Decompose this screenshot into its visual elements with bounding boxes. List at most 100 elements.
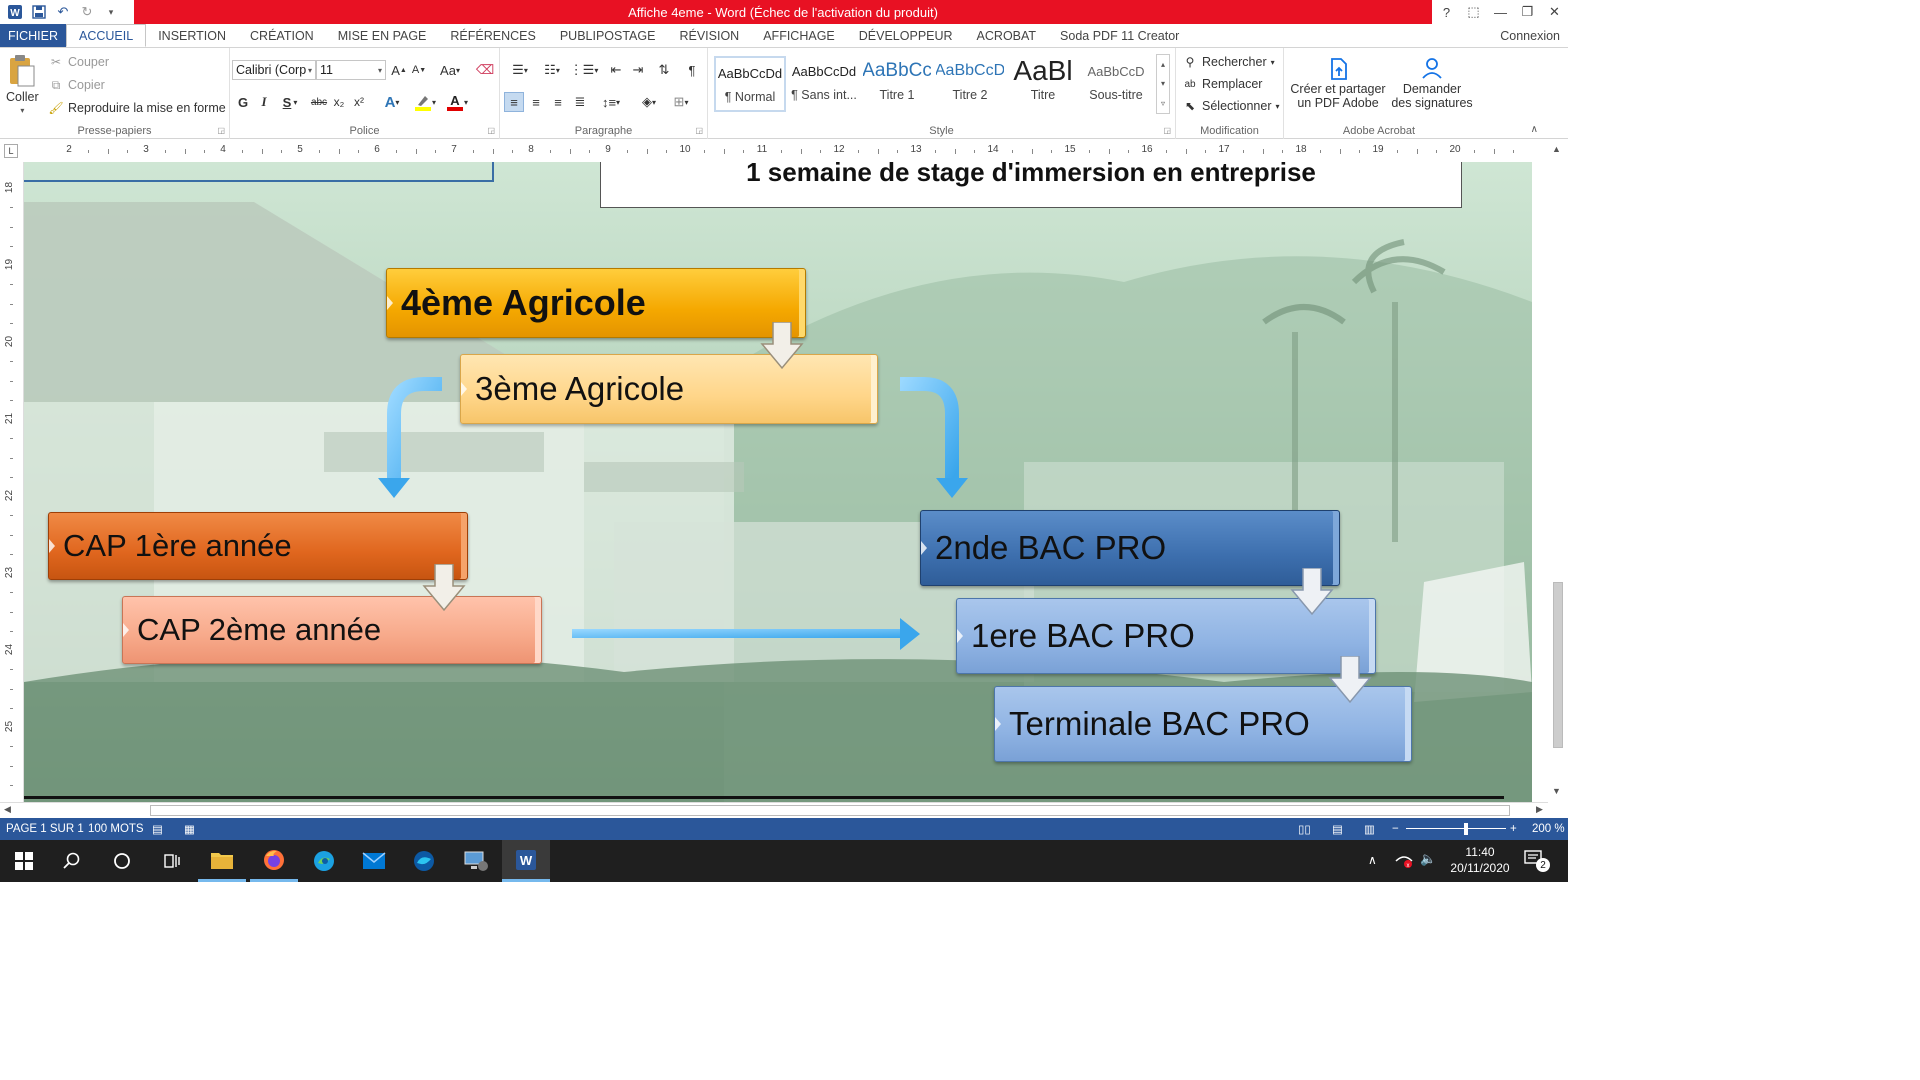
search-button[interactable] (48, 840, 96, 882)
underline-button[interactable]: S ▾ (276, 92, 304, 112)
dialog-launcher-icon[interactable]: ◲ (487, 126, 495, 135)
redo-icon[interactable]: ↻ (78, 3, 96, 21)
styles-gallery-scroll[interactable]: ▴ ▾ ▿ (1156, 54, 1170, 114)
page-count[interactable]: PAGE 1 SUR 1 (6, 818, 84, 840)
word-count[interactable]: 100 MOTS (88, 818, 144, 840)
web-layout-button[interactable]: ▥ (1364, 818, 1375, 840)
tab-creation[interactable]: CRÉATION (238, 24, 326, 47)
scroll-down-icon[interactable]: ▾ (1161, 79, 1165, 88)
style-subtitle[interactable]: AaBbCcD Sous-titre (1080, 56, 1152, 112)
style-heading-2[interactable]: AaBbCcD Titre 2 (934, 56, 1006, 112)
scroll-right-icon[interactable]: ▶ (1536, 804, 1543, 815)
tab-insertion[interactable]: INSERTION (146, 24, 238, 47)
decrease-indent-button[interactable]: ⇤ (606, 60, 626, 80)
line-spacing-button[interactable]: ↕≡ ▾ (596, 92, 626, 112)
font-color-button[interactable]: A ▾ (442, 92, 472, 112)
edge-button[interactable] (300, 840, 348, 882)
tab-references[interactable]: RÉFÉRENCES (438, 24, 547, 47)
sort-button[interactable]: ⇅ (654, 60, 674, 80)
create-pdf-button[interactable]: Créer et partager un PDF Adobe (1288, 56, 1388, 110)
network-app-button[interactable] (452, 840, 500, 882)
box-cap-2eme-annee[interactable]: CAP 2ème année (122, 596, 542, 664)
box-4eme-agricole[interactable]: 4ème Agricole (386, 268, 806, 338)
multilevel-list-button[interactable]: ⋮☰ ▾ (568, 60, 600, 80)
notification-center-button[interactable]: 2 (1524, 850, 1550, 872)
dialog-launcher-icon[interactable]: ◲ (217, 126, 225, 135)
macro-record-icon[interactable]: ▦ (184, 818, 195, 840)
replace-button[interactable]: ab Remplacer (1182, 76, 1262, 92)
file-explorer-button[interactable] (198, 840, 246, 882)
document-canvas[interactable]: 1 semaine de stage d'immersion en entrep… (24, 162, 1532, 802)
customize-qat-icon[interactable]: ▾ (102, 3, 120, 21)
tab-publipostage[interactable]: PUBLIPOSTAGE (548, 24, 668, 47)
find-button[interactable]: ⚲ Rechercher ▾ (1182, 54, 1275, 70)
font-name-combo[interactable]: Calibri (Corp ▾ (232, 60, 316, 80)
align-left-button[interactable]: ≡ (504, 92, 524, 112)
show-hidden-icons-icon[interactable]: ∧ (1368, 853, 1377, 867)
highlight-button[interactable]: ▾ (410, 92, 440, 112)
style-normal[interactable]: AaBbCcDd ¶ Normal (714, 56, 786, 112)
tab-accueil[interactable]: ACCUEIL (66, 24, 147, 47)
ribbon-display-options-button[interactable]: ⬚ (1460, 0, 1487, 24)
read-mode-button[interactable]: ▯▯ (1298, 818, 1311, 840)
more-styles-icon[interactable]: ▿ (1161, 99, 1165, 108)
speaker-icon[interactable]: 🔈 (1420, 851, 1436, 867)
word-taskbar-button[interactable]: W (502, 840, 550, 882)
proofing-icon[interactable]: ▤ (152, 818, 163, 840)
box-cap-1ere-annee[interactable]: CAP 1ère année (48, 512, 468, 580)
tab-fichier[interactable]: FICHIER (0, 24, 66, 47)
shading-button[interactable]: ◈ ▾ (634, 92, 664, 112)
restore-button[interactable]: ❐ (1514, 0, 1541, 24)
justify-button[interactable]: ≣ (570, 92, 590, 112)
tab-revision[interactable]: RÉVISION (667, 24, 751, 47)
edge-beta-button[interactable] (400, 840, 448, 882)
task-view-button[interactable] (148, 840, 196, 882)
sign-in-link[interactable]: Connexion (1500, 24, 1560, 47)
tab-acrobat[interactable]: ACROBAT (965, 24, 1049, 47)
cortana-button[interactable] (98, 840, 146, 882)
copy-button[interactable]: ⧉ Copier (48, 77, 105, 93)
clear-formatting-button[interactable]: ⌫ (476, 60, 494, 80)
cut-button[interactable]: ✂ Couper (48, 54, 109, 70)
undo-icon[interactable]: ↶ (54, 3, 72, 21)
horizontal-scroll-thumb[interactable] (150, 805, 1510, 816)
network-status-icon[interactable]: x (1394, 851, 1414, 872)
show-formatting-marks-button[interactable]: ¶ (682, 60, 702, 80)
box-2nde-bac-pro[interactable]: 2nde BAC PRO (920, 510, 1340, 586)
style-no-spacing[interactable]: AaBbCcDd ¶ Sans int... (788, 56, 860, 112)
tab-affichage[interactable]: AFFICHAGE (751, 24, 847, 47)
strikethrough-button[interactable]: abc (308, 92, 330, 112)
scroll-up-icon[interactable]: ▴ (1161, 60, 1165, 69)
font-size-combo[interactable]: 11 ▾ (316, 60, 386, 80)
style-title[interactable]: AaBl Titre (1007, 56, 1079, 112)
horizontal-ruler[interactable]: 2 3 4 5 6 7 8 9 10 11 12 13 14 15 16 17 18 19 20 (24, 144, 1534, 158)
align-center-button[interactable]: ≡ (526, 92, 546, 112)
save-icon[interactable] (30, 3, 48, 21)
help-button[interactable]: ? (1433, 0, 1460, 24)
change-case-button[interactable]: Aa ▾ (436, 60, 464, 80)
dialog-launcher-icon[interactable]: ◲ (695, 126, 703, 135)
dialog-launcher-icon[interactable]: ◲ (1163, 126, 1171, 135)
scroll-down-icon[interactable]: ▼ (1552, 786, 1561, 796)
scroll-up-icon[interactable]: ▲ (1552, 144, 1561, 154)
increase-indent-button[interactable]: ⇥ (628, 60, 648, 80)
italic-button[interactable]: I (256, 92, 272, 112)
style-heading-1[interactable]: AaBbCc Titre 1 (861, 56, 933, 112)
mail-button[interactable] (350, 840, 398, 882)
firefox-button[interactable] (250, 840, 298, 882)
minimize-button[interactable]: — (1487, 0, 1514, 24)
vertical-ruler[interactable]: 18 19 20 21 22 23 24 25 (0, 162, 24, 802)
tab-developpeur[interactable]: DÉVELOPPEUR (847, 24, 965, 47)
tab-mise-en-page[interactable]: MISE EN PAGE (326, 24, 439, 47)
tab-selector[interactable]: L (4, 144, 18, 158)
vertical-scrollbar[interactable]: ▲ ▼ (1548, 140, 1568, 802)
format-painter-button[interactable]: 🖌 Reproduire la mise en forme (48, 100, 225, 116)
collapse-ribbon-icon[interactable]: ∧ (1531, 124, 1538, 135)
align-right-button[interactable]: ≡ (548, 92, 568, 112)
grow-font-button[interactable]: A ▲ (390, 60, 408, 80)
paste-button[interactable]: Coller ▾ (6, 54, 39, 115)
scroll-left-icon[interactable]: ◀ (4, 804, 11, 815)
subscript-button[interactable]: x₂ (330, 92, 348, 112)
bullets-button[interactable]: ☰ ▾ (504, 60, 536, 80)
box-3eme-agricole[interactable]: 3ème Agricole (460, 354, 878, 424)
